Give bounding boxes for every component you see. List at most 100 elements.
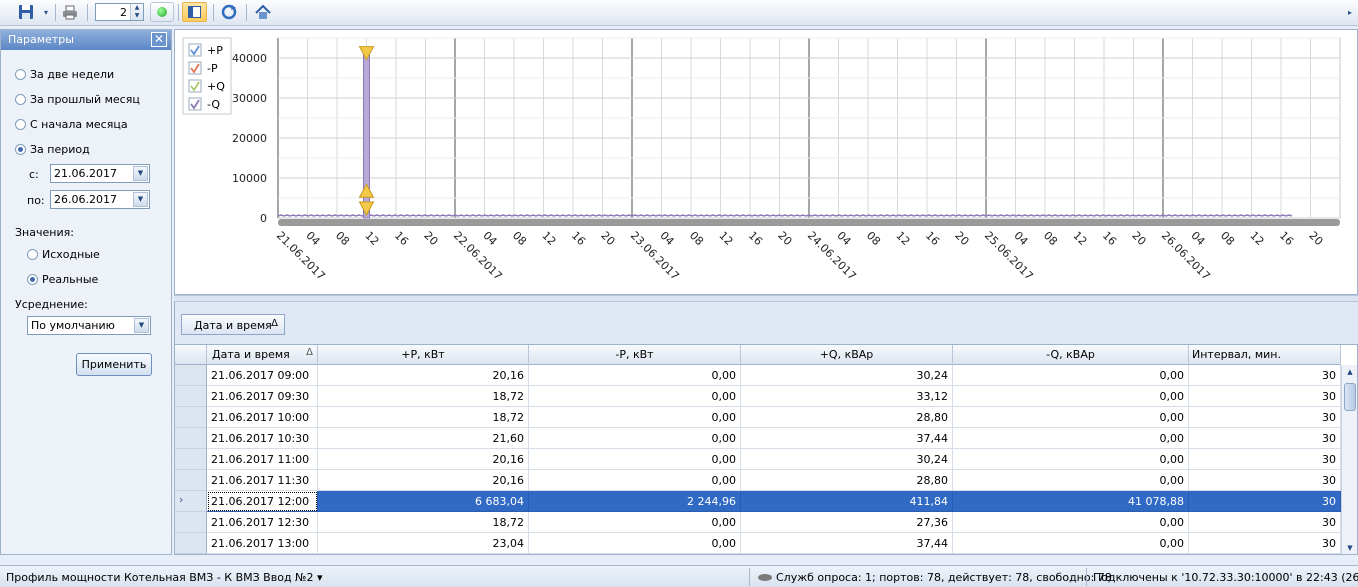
table-cell[interactable]: 21.06.2017 13:00: [207, 533, 318, 554]
table-cell[interactable]: 30,24: [741, 449, 953, 470]
splitter[interactable]: [174, 295, 1358, 302]
radio-checked-icon[interactable]: [27, 273, 38, 285]
scroll-down-icon[interactable]: ▼: [1343, 541, 1357, 554]
layout-toggle-button[interactable]: [182, 2, 207, 22]
chevron-down-icon[interactable]: ▼: [134, 318, 149, 333]
table-row[interactable]: 21.06.2017 12:30 18,72 0,00 27,36 0,00 30: [175, 512, 1341, 533]
overflow-arrow-icon[interactable]: ▸: [1344, 2, 1356, 22]
table-cell[interactable]: 0,00: [953, 470, 1189, 491]
table-cell[interactable]: 33,12: [741, 386, 953, 407]
table-cell[interactable]: 28,80: [741, 407, 953, 428]
table-cell[interactable]: 21.06.2017 12:30: [207, 512, 318, 533]
table-row[interactable]: 21.06.2017 09:30 18,72 0,00 33,12 0,00 30: [175, 386, 1341, 407]
table-cell[interactable]: 30: [1189, 512, 1341, 533]
table-cell[interactable]: 18,72: [318, 512, 529, 533]
table-row[interactable]: 21.06.2017 09:00 20,16 0,00 30,24 0,00 30: [175, 365, 1341, 386]
column-header[interactable]: Интервал, мин.: [1189, 345, 1341, 365]
home-icon[interactable]: [252, 2, 274, 22]
values-source[interactable]: Исходные: [27, 246, 100, 262]
run-button[interactable]: [150, 2, 174, 22]
table-cell[interactable]: 2 244,96: [529, 491, 741, 512]
table-row[interactable]: 21.06.2017 11:00 20,16 0,00 30,24 0,00 30: [175, 449, 1341, 470]
close-icon[interactable]: ✕: [151, 32, 167, 47]
table-cell[interactable]: 0,00: [953, 533, 1189, 554]
row-indicator[interactable]: [175, 512, 207, 533]
to-date-picker[interactable]: 26.06.2017 ▼: [50, 190, 150, 209]
table-cell[interactable]: 6 683,04: [318, 491, 529, 512]
period-last-month[interactable]: За прошлый месяц: [15, 91, 140, 107]
table-cell[interactable]: 30,24: [741, 365, 953, 386]
to-date-value[interactable]: 26.06.2017: [51, 193, 133, 206]
row-indicator[interactable]: [175, 449, 207, 470]
column-header[interactable]: -P, кВт: [529, 345, 741, 365]
column-header[interactable]: +P, кВт: [318, 345, 529, 365]
row-indicator[interactable]: [175, 386, 207, 407]
table-cell[interactable]: 0,00: [953, 428, 1189, 449]
table-cell[interactable]: 30: [1189, 491, 1341, 512]
table-cell[interactable]: 0,00: [953, 407, 1189, 428]
table-cell[interactable]: 23,04: [318, 533, 529, 554]
table-row[interactable]: 21.06.2017 10:30 21,60 0,00 37,44 0,00 30: [175, 428, 1341, 449]
status-profile[interactable]: Профиль мощности Котельная ВМЗ - К ВМЗ В…: [6, 571, 323, 584]
radio-icon[interactable]: [15, 93, 26, 105]
column-header[interactable]: Дата и время Δ: [207, 345, 318, 365]
radio-icon[interactable]: [27, 248, 38, 260]
power-profile-chart[interactable]: 21.06.201704 08 12 16 20 22.06.201704 08 12 16 20…: [175, 30, 1357, 294]
table-cell[interactable]: 27,36: [741, 512, 953, 533]
table-cell[interactable]: 21.06.2017 10:00: [207, 407, 318, 428]
apply-button[interactable]: Применить: [76, 353, 152, 376]
values-real[interactable]: Реальные: [27, 271, 98, 287]
table-cell[interactable]: 0,00: [953, 386, 1189, 407]
legend-checkbox[interactable]: [188, 43, 202, 57]
row-indicator[interactable]: [175, 533, 207, 554]
table-cell[interactable]: 0,00: [529, 428, 741, 449]
chevron-down-icon[interactable]: ▼: [133, 166, 148, 181]
table-cell[interactable]: 30: [1189, 386, 1341, 407]
chart-scrollbar[interactable]: [278, 219, 1340, 226]
table-cell[interactable]: 21.06.2017 12:00: [207, 491, 318, 512]
table-cell[interactable]: 21.06.2017 11:00: [207, 449, 318, 470]
table-cell[interactable]: 21.06.2017 10:30: [207, 428, 318, 449]
table-cell[interactable]: 0,00: [529, 407, 741, 428]
table-cell[interactable]: 37,44: [741, 533, 953, 554]
spinner-value[interactable]: 2: [96, 6, 130, 19]
table-cell[interactable]: 21.06.2017 09:00: [207, 365, 318, 386]
row-indicator[interactable]: ›: [175, 491, 207, 512]
column-header[interactable]: +Q, кВАр: [741, 345, 953, 365]
table-cell[interactable]: 0,00: [529, 512, 741, 533]
row-indicator[interactable]: [175, 428, 207, 449]
period-custom[interactable]: За период: [15, 141, 90, 157]
table-cell[interactable]: 41 078,88: [953, 491, 1189, 512]
vertical-scrollbar[interactable]: ▲ ▼: [1341, 365, 1357, 554]
table-cell[interactable]: 30: [1189, 428, 1341, 449]
table-row[interactable]: 21.06.2017 11:30 20,16 0,00 28,80 0,00 30: [175, 470, 1341, 491]
table-cell[interactable]: 30: [1189, 365, 1341, 386]
print-icon[interactable]: [59, 2, 81, 22]
spinner-arrows-icon[interactable]: ▲ ▼: [130, 4, 143, 20]
table-cell[interactable]: 18,72: [318, 386, 529, 407]
table-cell[interactable]: 20,16: [318, 365, 529, 386]
scroll-up-icon[interactable]: ▲: [1343, 365, 1357, 380]
table-cell[interactable]: 20,16: [318, 470, 529, 491]
save-icon[interactable]: [15, 2, 37, 22]
row-indicator[interactable]: [175, 470, 207, 491]
table-cell[interactable]: 20,16: [318, 449, 529, 470]
legend-checkbox[interactable]: [188, 61, 202, 75]
dropdown-arrow-icon[interactable]: ▾: [40, 2, 52, 22]
period-count-spinner[interactable]: 2 ▲ ▼: [95, 3, 144, 21]
table-cell[interactable]: 37,44: [741, 428, 953, 449]
table-cell[interactable]: 0,00: [529, 365, 741, 386]
table-cell[interactable]: 0,00: [529, 533, 741, 554]
table-row[interactable]: 21.06.2017 10:00 18,72 0,00 28,80 0,00 30: [175, 407, 1341, 428]
table-cell[interactable]: 21.06.2017 11:30: [207, 470, 318, 491]
table-cell[interactable]: 28,80: [741, 470, 953, 491]
table-cell[interactable]: 0,00: [953, 365, 1189, 386]
table-cell[interactable]: 18,72: [318, 407, 529, 428]
chevron-down-icon[interactable]: ▼: [133, 192, 148, 207]
radio-checked-icon[interactable]: [15, 143, 26, 155]
averaging-select[interactable]: По умолчанию ▼: [27, 316, 151, 335]
table-cell[interactable]: 0,00: [529, 386, 741, 407]
table-cell[interactable]: 21,60: [318, 428, 529, 449]
period-two-weeks[interactable]: За две недели: [15, 66, 114, 82]
table-cell[interactable]: 0,00: [529, 470, 741, 491]
